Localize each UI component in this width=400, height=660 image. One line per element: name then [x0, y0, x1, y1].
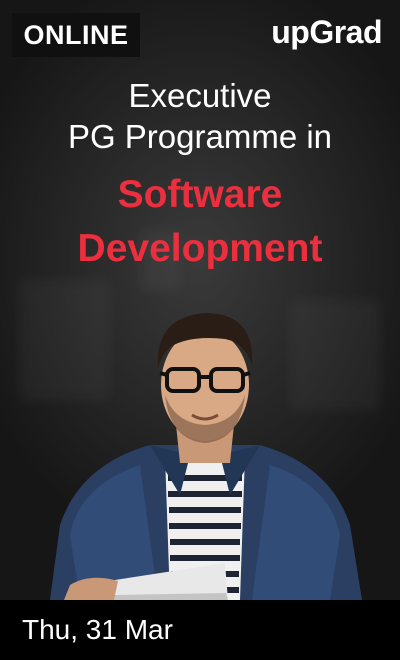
- event-date-bar: Thu, 31 Mar: [0, 600, 400, 660]
- programme-title-line-2: PG Programme in: [67, 118, 333, 155]
- subject-title-line-1: Software: [117, 173, 283, 216]
- person-photo: [50, 313, 362, 600]
- online-badge: ONLINE: [12, 13, 140, 57]
- promo-banner[interactable]: ONLINE upGrad Executive PG Programme in …: [0, 0, 400, 660]
- programme-title-line-1: Executive: [128, 77, 272, 114]
- subject-title-line-2: Development: [77, 227, 323, 270]
- event-date: Thu, 31 Mar: [22, 614, 173, 645]
- upgrad-logo[interactable]: upGrad: [271, 14, 382, 51]
